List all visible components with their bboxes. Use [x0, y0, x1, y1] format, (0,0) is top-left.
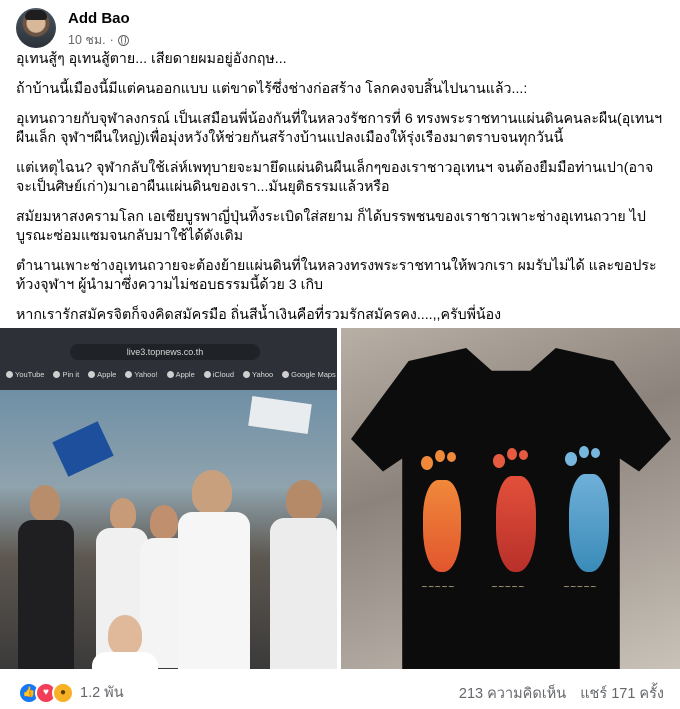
bookmark-item: Apple [88, 370, 116, 379]
toe-red [519, 450, 528, 460]
post-paragraph: อุเทนถวายกับจุฬาลงกรณ์ เป็นเสมือนพี่น้อง… [16, 111, 663, 146]
footprint-orange [423, 480, 461, 572]
person [110, 498, 136, 530]
toe-orange [421, 456, 433, 470]
author-avatar[interactable] [16, 8, 56, 48]
person-shirt [270, 518, 337, 669]
crowd-scene [0, 390, 337, 669]
post-body: อุเทนสู้ๆ อุเทนสู้ตาย... เสียดายผมอยู่อั… [16, 50, 666, 336]
author-name[interactable]: Add Bao [68, 10, 130, 27]
toe-orange [447, 452, 456, 462]
person [192, 470, 232, 514]
toe-red [507, 448, 517, 460]
post-header: Add Bao 10 ชม. · [16, 8, 656, 48]
bookmark-item: iCloud [203, 370, 234, 379]
signature-mark: ~~~~~ [491, 582, 525, 591]
post-paragraph: อุเทนสู้ๆ อุเทนสู้ตาย... เสียดายผมอยู่อั… [16, 51, 287, 67]
post-time[interactable]: 10 ชม. [68, 30, 106, 50]
signature-mark: ~~~~~ [421, 582, 455, 591]
bookmark-item: Yahoo! [125, 370, 158, 379]
post-paragraph: สมัยมหาสงครามโลก เอเซียบูรพาญี่ปุ่นทิ้งร… [16, 209, 646, 244]
person [286, 480, 322, 520]
toe-orange [435, 450, 445, 462]
reactions-summary[interactable]: 👍 ♥ ● 1.2 พัน [18, 681, 124, 704]
post-paragraph: แต่เหตุไฉน? จุฬากลับใช้เล่ห์เพทุบายจะมาย… [16, 160, 654, 195]
person [30, 485, 60, 521]
toe-teal [565, 452, 577, 466]
bookmark-item: Yahoo [243, 370, 273, 379]
url-text-in-photo: live3.topnews.co.th [70, 344, 260, 360]
white-flag [248, 395, 312, 435]
meta-separator: · [109, 33, 114, 47]
footprint-teal [569, 474, 609, 572]
browser-bar-in-photo: live3.topnews.co.th YouTube Pin it Apple… [0, 328, 337, 390]
bookmark-item: Apple [166, 370, 195, 379]
post-paragraph: ถ้าบ้านนี้เมืองนี้มีแต่คนออกแบบ แต่ขาดไร… [16, 81, 528, 97]
bookmarks-in-photo: YouTube Pin it Apple Yahoo! Apple iCloud… [0, 364, 337, 384]
bookmark-item: YouTube [6, 370, 44, 379]
post-media: live3.topnews.co.th YouTube Pin it Apple… [0, 328, 680, 669]
blue-flag [52, 421, 114, 477]
footprint-red [496, 476, 536, 572]
reaction-count[interactable]: 1.2 พัน [80, 681, 124, 704]
person-shirt [178, 512, 250, 669]
engagement-stats: 213 ความคิดเห็น แชร์ 171 ครั้ง [459, 682, 664, 705]
bookmark-item: Google Maps [282, 370, 336, 379]
signature-mark: ~~~~~ [563, 582, 597, 591]
post-meta: 10 ชม. · [68, 30, 129, 50]
wow-icon: ● [52, 681, 74, 704]
toe-teal [591, 448, 600, 458]
toe-teal [579, 446, 589, 458]
post-footer: 👍 ♥ ● 1.2 พัน 213 ความคิดเห็น แชร์ 171 ค… [0, 669, 680, 709]
photo-tshirt-footprints[interactable]: ~~~~~ ~~~~~ ~~~~~ [341, 328, 680, 669]
person [108, 615, 142, 655]
person-shirt [92, 652, 158, 669]
bookmark-item: Pin it [53, 370, 79, 379]
post-paragraph: ตำนานเพาะช่างอุเทนถวายจะต้องย้ายแผ่นดินท… [16, 258, 657, 293]
shares-count[interactable]: แชร์ 171 ครั้ง [580, 682, 664, 705]
post-paragraph: หากเรารักสมัครจิตก็จงคิดสมัครมือ ถิ่นสีน… [16, 307, 502, 323]
globe-icon[interactable] [117, 34, 129, 46]
photo-protest-crowd[interactable]: live3.topnews.co.th YouTube Pin it Apple… [0, 328, 337, 669]
person [150, 505, 178, 539]
toe-red [493, 454, 505, 468]
comments-count[interactable]: 213 ความคิดเห็น [459, 682, 566, 705]
person-shirt [18, 520, 74, 669]
